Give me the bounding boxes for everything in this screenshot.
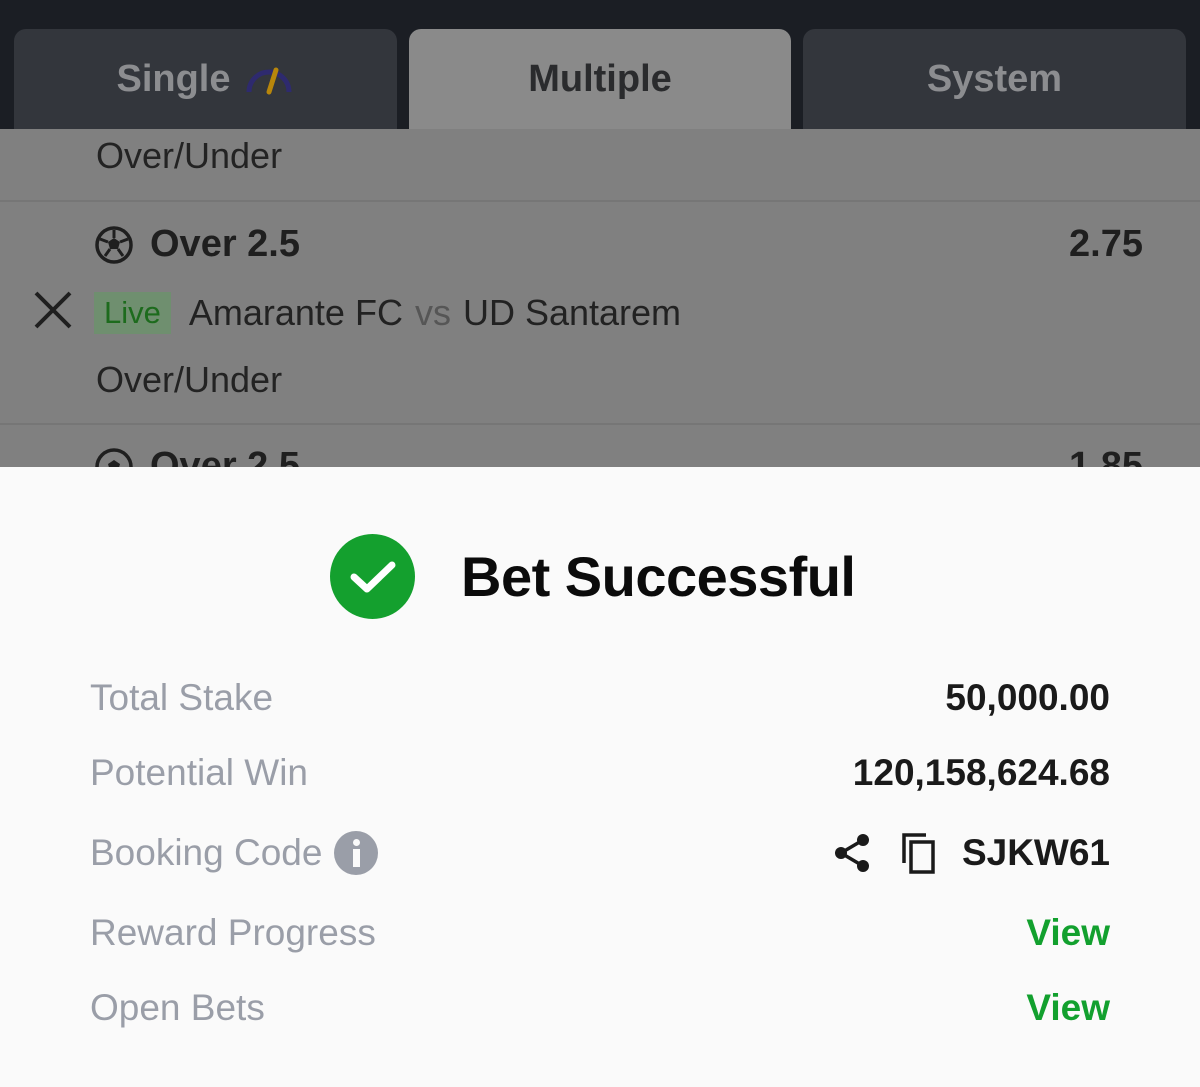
total-stake-label: Total Stake — [90, 677, 274, 718]
selection-row: Over 2.5 — [94, 445, 300, 467]
divider — [0, 200, 1200, 202]
booking-code-actions: SJKW61 — [830, 831, 1110, 875]
total-stake-value: 50,000.00 — [945, 677, 1110, 718]
market-label: Over/Under — [96, 135, 283, 176]
open-bets-view-link[interactable]: View — [1026, 987, 1110, 1029]
tab-single-label: Single — [116, 57, 231, 100]
home-team: Amarante FC — [188, 292, 403, 333]
selection-name: Over 2.5 — [150, 445, 300, 467]
selection-odds: 2.75 — [1069, 223, 1143, 265]
booking-code-label: Booking Code — [90, 832, 323, 873]
reward-progress-view-link[interactable]: View — [1026, 912, 1110, 954]
tab-system-label: System — [926, 57, 1063, 100]
market-label: Over/Under — [96, 359, 283, 400]
vs-label: vs — [414, 292, 451, 333]
divider — [0, 423, 1200, 425]
live-badge: Live — [94, 292, 171, 334]
checkmark-icon — [330, 534, 415, 619]
bet-success-sheet: Bet Successful Total Stake 50,000.00 Pot… — [0, 467, 1200, 1087]
booking-code-label-group: Booking Code — [90, 831, 379, 875]
potential-win-label: Potential Win — [90, 752, 308, 793]
open-bets-label: Open Bets — [90, 987, 265, 1028]
total-stake-row: Total Stake 50,000.00 — [90, 673, 1110, 723]
tab-multiple[interactable]: Multiple — [409, 29, 791, 129]
tab-multiple-label: Multiple — [528, 57, 672, 100]
tab-single[interactable]: Single — [14, 29, 397, 129]
bet-type-tabs: Single Multiple System — [0, 0, 1200, 129]
booking-code-value[interactable]: SJKW61 — [962, 832, 1110, 874]
info-icon[interactable] — [334, 831, 379, 875]
close-icon[interactable] — [32, 289, 74, 331]
open-bets-row: Open Bets View — [90, 983, 1110, 1033]
success-title: Bet Successful — [461, 545, 856, 608]
bet-list: Over/Under Over 2.5 2.75 Live Amarante F… — [0, 129, 1200, 467]
selection-odds: 1.85 — [1069, 445, 1143, 467]
away-team: UD Santarem — [462, 292, 682, 333]
reward-progress-label: Reward Progress — [90, 912, 376, 953]
share-icon[interactable] — [830, 831, 874, 875]
selection-row: Over 2.5 — [94, 223, 300, 266]
tab-system[interactable]: System — [803, 29, 1186, 129]
match-row: Live Amarante FC vs UD Santarem — [94, 292, 681, 334]
reward-progress-row: Reward Progress View — [90, 908, 1110, 958]
speedometer-icon — [246, 67, 292, 95]
selection-name: Over 2.5 — [150, 223, 300, 265]
soccer-ball-icon — [95, 225, 133, 264]
betslip-background: Single Multiple System Over/Under Over 2… — [0, 0, 1200, 467]
copy-icon[interactable] — [896, 831, 940, 875]
booking-code-row: Booking Code SJKW61 — [90, 828, 1110, 878]
success-header: Bet Successful — [330, 534, 856, 619]
potential-win-row: Potential Win 120,158,624.68 — [90, 748, 1110, 798]
potential-win-value: 120,158,624.68 — [852, 752, 1110, 793]
soccer-ball-icon — [95, 447, 133, 467]
